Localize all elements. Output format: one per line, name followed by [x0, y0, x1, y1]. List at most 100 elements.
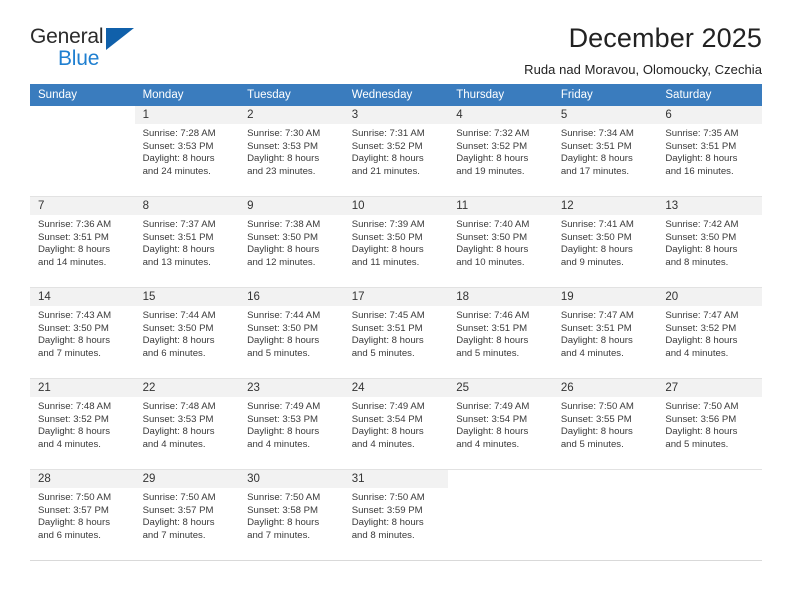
day-cell-inner: 17 Sunrise: 7:45 AM Sunset: 3:51 PM Dayligh… — [343, 288, 449, 378]
calendar-day-cell[interactable]: 28 Sunrise: 7:50 AM Sunset: 3:57 PM Dayligh… — [30, 469, 135, 561]
logo-text-general: General — [30, 25, 104, 48]
daylight-text-line2: and 5 minutes. — [456, 347, 520, 359]
day-number: 31 — [343, 470, 449, 488]
daylight-text-line1: Daylight: 8 hours — [142, 426, 215, 438]
sunset-text: Sunset: 3:50 PM — [247, 231, 319, 243]
calendar-day-cell[interactable]: 16 Sunrise: 7:44 AM Sunset: 3:50 PM Dayligh… — [239, 287, 344, 379]
calendar-day-cell[interactable]: 15 Sunrise: 7:44 AM Sunset: 3:50 PM Dayligh… — [134, 287, 240, 379]
calendar-day-cell[interactable]: 11 Sunrise: 7:40 AM Sunset: 3:50 PM Dayligh… — [448, 196, 553, 288]
day-cell-inner: 28 Sunrise: 7:50 AM Sunset: 3:57 PM Dayligh… — [30, 470, 135, 560]
sunrise-text: Sunrise: 7:50 AM — [560, 401, 634, 412]
day-details: Sunrise: 7:47 AM Sunset: 3:52 PM Daylight:… — [657, 306, 762, 360]
daylight-text-line1: Daylight: 8 hours — [142, 517, 215, 529]
calendar-day-cell[interactable]: 8 Sunrise: 7:37 AM Sunset: 3:51 PM Daylight… — [134, 196, 240, 288]
calendar-day-cell[interactable]: 22 Sunrise: 7:48 AM Sunset: 3:53 PM Dayligh… — [134, 378, 240, 470]
daylight-text-line2: and 23 minutes. — [247, 165, 316, 177]
sunrise-text: Sunrise: 7:28 AM — [142, 128, 216, 139]
calendar-day-cell[interactable]: 13 Sunrise: 7:42 AM Sunset: 3:50 PM Dayligh… — [657, 196, 762, 288]
calendar-day-cell[interactable]: 26 Sunrise: 7:50 AM Sunset: 3:55 PM Dayligh… — [552, 378, 658, 470]
calendar-week-row: 14 Sunrise: 7:43 AM Sunset: 3:50 PM Dayligh… — [30, 287, 762, 379]
calendar-day-cell[interactable]: 10 Sunrise: 7:39 AM Sunset: 3:50 PM Dayligh… — [343, 196, 449, 288]
day-details: Sunrise: 7:32 AM Sunset: 3:52 PM Daylight:… — [448, 124, 553, 178]
day-number — [657, 470, 762, 488]
page-title: December 2025 — [568, 23, 762, 53]
daylight-text-line2: and 10 minutes. — [456, 256, 525, 268]
sunset-text: Sunset: 3:55 PM — [560, 413, 632, 425]
daylight-text-line1: Daylight: 8 hours — [142, 244, 215, 256]
calendar-body: 1 Sunrise: 7:28 AM Sunset: 3:53 PM Daylight… — [30, 106, 762, 561]
day-cell-inner — [552, 470, 658, 560]
day-cell-inner: 27 Sunrise: 7:50 AM Sunset: 3:56 PM Dayligh… — [657, 379, 762, 469]
daylight-text-line2: and 19 minutes. — [456, 165, 525, 177]
calendar-day-cell[interactable]: 4 Sunrise: 7:32 AM Sunset: 3:52 PM Daylight… — [448, 106, 553, 197]
sunset-text: Sunset: 3:52 PM — [665, 322, 737, 334]
calendar-day-cell[interactable]: 1 Sunrise: 7:28 AM Sunset: 3:53 PM Daylight… — [134, 106, 240, 197]
calendar-week-row: 1 Sunrise: 7:28 AM Sunset: 3:53 PM Daylight… — [30, 106, 762, 197]
day-details: Sunrise: 7:44 AM Sunset: 3:50 PM Daylight:… — [135, 306, 240, 360]
daylight-text-line1: Daylight: 8 hours — [456, 426, 529, 438]
day-details: Sunrise: 7:50 AM Sunset: 3:57 PM Daylight:… — [135, 488, 240, 542]
calendar-day-cell[interactable]: 18 Sunrise: 7:46 AM Sunset: 3:51 PM Dayligh… — [448, 287, 553, 379]
calendar-day-cell[interactable]: 7 Sunrise: 7:36 AM Sunset: 3:51 PM Daylight… — [30, 196, 135, 288]
calendar-day-cell[interactable]: 19 Sunrise: 7:47 AM Sunset: 3:51 PM Dayligh… — [552, 287, 658, 379]
day-number: 2 — [239, 106, 344, 124]
daylight-text-line1: Daylight: 8 hours — [38, 426, 110, 438]
sunrise-text: Sunrise: 7:42 AM — [665, 219, 739, 230]
calendar-day-cell[interactable]: 12 Sunrise: 7:41 AM Sunset: 3:50 PM Dayligh… — [552, 196, 658, 288]
day-number: 12 — [552, 197, 658, 215]
sunset-text: Sunset: 3:53 PM — [142, 413, 214, 425]
calendar-day-cell[interactable]: 20 Sunrise: 7:47 AM Sunset: 3:52 PM Dayligh… — [657, 287, 762, 379]
sunrise-text: Sunrise: 7:30 AM — [247, 128, 321, 139]
page-header: General Blue December 2025 Ruda nad Mora… — [30, 0, 762, 78]
calendar-day-cell[interactable]: 30 Sunrise: 7:50 AM Sunset: 3:58 PM Dayligh… — [239, 469, 344, 561]
calendar-day-cell[interactable]: 17 Sunrise: 7:45 AM Sunset: 3:51 PM Dayligh… — [343, 287, 449, 379]
sunset-text: Sunset: 3:51 PM — [38, 231, 109, 243]
calendar-day-cell[interactable]: 23 Sunrise: 7:49 AM Sunset: 3:53 PM Dayligh… — [239, 378, 344, 470]
calendar-day-cell[interactable]: 25 Sunrise: 7:49 AM Sunset: 3:54 PM Dayligh… — [448, 378, 553, 470]
sunset-text: Sunset: 3:53 PM — [247, 140, 319, 152]
daylight-text-line1: Daylight: 8 hours — [247, 426, 320, 438]
calendar-empty-cell — [30, 106, 135, 197]
day-number: 26 — [552, 379, 658, 397]
day-cell-inner: 12 Sunrise: 7:41 AM Sunset: 3:50 PM Dayligh… — [552, 197, 658, 287]
calendar-day-cell[interactable]: 31 Sunrise: 7:50 AM Sunset: 3:59 PM Dayligh… — [343, 469, 449, 561]
sunset-text: Sunset: 3:50 PM — [247, 322, 319, 334]
day-cell-inner — [448, 470, 553, 560]
calendar-day-cell[interactable]: 9 Sunrise: 7:38 AM Sunset: 3:50 PM Daylight… — [239, 196, 344, 288]
calendar-day-cell[interactable]: 6 Sunrise: 7:35 AM Sunset: 3:51 PM Daylight… — [657, 106, 762, 197]
sunrise-text: Sunrise: 7:50 AM — [38, 492, 112, 503]
day-details: Sunrise: 7:46 AM Sunset: 3:51 PM Daylight:… — [448, 306, 553, 360]
sunrise-text: Sunrise: 7:36 AM — [38, 219, 112, 230]
day-number: 5 — [552, 106, 658, 124]
daylight-text-line2: and 17 minutes. — [560, 165, 630, 177]
calendar-empty-cell — [448, 469, 553, 561]
sunrise-text: Sunrise: 7:49 AM — [247, 401, 321, 412]
day-cell-inner: 29 Sunrise: 7:50 AM Sunset: 3:57 PM Dayligh… — [134, 470, 240, 560]
daylight-text-line2: and 5 minutes. — [665, 438, 729, 450]
calendar-table: Sunday Monday Tuesday Wednesday Thursday… — [30, 84, 762, 561]
sunrise-text: Sunrise: 7:38 AM — [247, 219, 321, 230]
generalblue-logo[interactable]: General Blue — [30, 24, 150, 76]
daylight-text-line1: Daylight: 8 hours — [665, 335, 738, 347]
calendar-day-cell[interactable]: 14 Sunrise: 7:43 AM Sunset: 3:50 PM Dayligh… — [30, 287, 135, 379]
calendar-day-cell[interactable]: 21 Sunrise: 7:48 AM Sunset: 3:52 PM Dayligh… — [30, 378, 135, 470]
daylight-text-line1: Daylight: 8 hours — [38, 335, 110, 347]
sunset-text: Sunset: 3:59 PM — [351, 504, 423, 516]
day-number: 21 — [30, 379, 135, 397]
daylight-text-line2: and 8 minutes. — [665, 256, 729, 268]
calendar-day-cell[interactable]: 24 Sunrise: 7:49 AM Sunset: 3:54 PM Dayligh… — [343, 378, 449, 470]
day-details: Sunrise: 7:40 AM Sunset: 3:50 PM Daylight:… — [448, 215, 553, 269]
calendar-day-cell[interactable]: 29 Sunrise: 7:50 AM Sunset: 3:57 PM Dayligh… — [134, 469, 240, 561]
calendar-day-cell[interactable]: 2 Sunrise: 7:30 AM Sunset: 3:53 PM Daylight… — [239, 106, 344, 197]
daylight-text-line2: and 4 minutes. — [38, 438, 101, 450]
sunset-text: Sunset: 3:53 PM — [247, 413, 319, 425]
day-details: Sunrise: 7:28 AM Sunset: 3:53 PM Daylight:… — [135, 124, 240, 178]
daylight-text-line1: Daylight: 8 hours — [247, 517, 320, 529]
calendar-day-cell[interactable]: 27 Sunrise: 7:50 AM Sunset: 3:56 PM Dayligh… — [657, 378, 762, 470]
sunrise-text: Sunrise: 7:49 AM — [456, 401, 530, 412]
calendar-day-cell[interactable]: 3 Sunrise: 7:31 AM Sunset: 3:52 PM Daylight… — [343, 106, 449, 197]
calendar-header-row: Sunday Monday Tuesday Wednesday Thursday… — [30, 84, 762, 106]
calendar-day-cell[interactable]: 5 Sunrise: 7:34 AM Sunset: 3:51 PM Daylight… — [552, 106, 658, 197]
day-details: Sunrise: 7:45 AM Sunset: 3:51 PM Daylight:… — [344, 306, 449, 360]
sunset-text: Sunset: 3:51 PM — [560, 322, 632, 334]
